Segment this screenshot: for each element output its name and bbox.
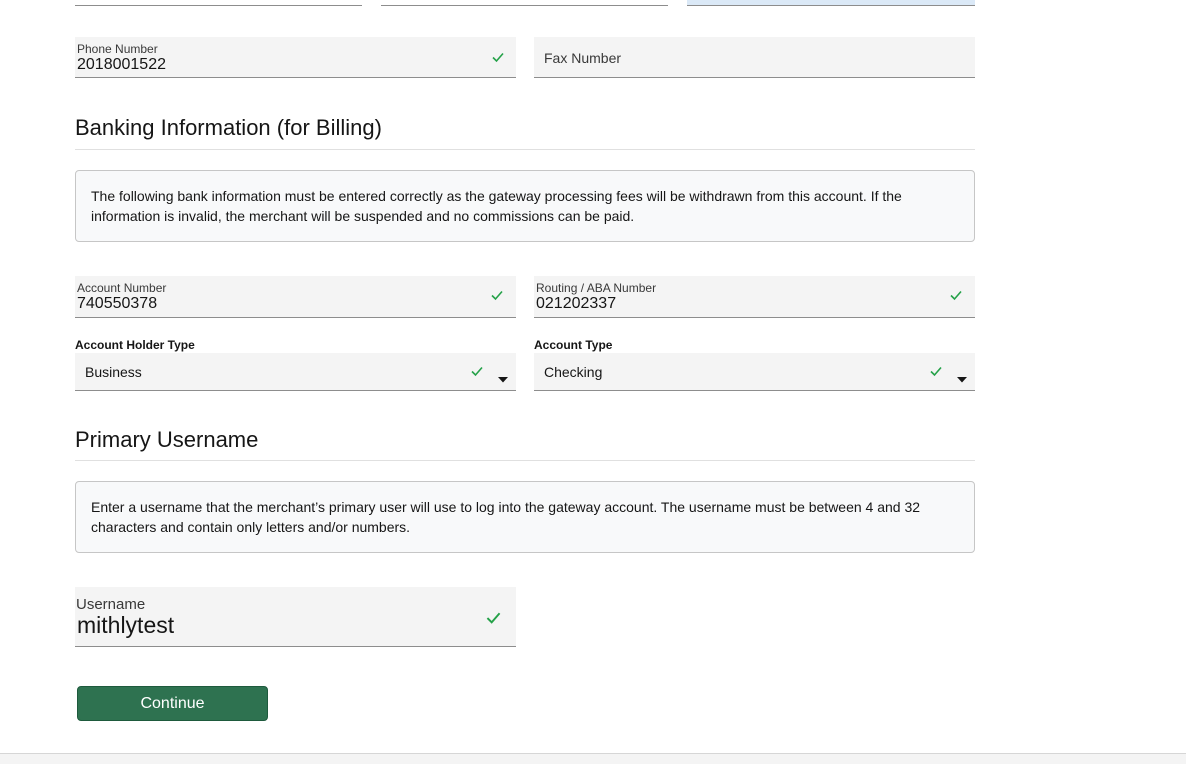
username-section-divider [75, 460, 975, 461]
footer-strip [0, 754, 1186, 764]
account-holder-type-select[interactable]: Business [75, 353, 516, 391]
cropped-field-1[interactable] [75, 0, 362, 6]
username-label: Username [76, 596, 146, 613]
account-holder-type-value: Business [85, 364, 142, 380]
account-number-field[interactable]: Account Number 740550378 [75, 276, 516, 318]
check-icon [485, 609, 502, 626]
account-type-value: Checking [544, 364, 603, 380]
banking-notice: The following bank information must be e… [75, 170, 975, 242]
phone-number-value: 2018001522 [77, 56, 166, 73]
check-icon [490, 288, 504, 302]
check-icon [491, 50, 505, 64]
check-icon [929, 364, 943, 378]
caret-down-icon[interactable] [498, 370, 508, 383]
continue-button[interactable]: Continue [77, 686, 268, 721]
fax-number-placeholder: Fax Number [544, 50, 622, 66]
banking-section-title: Banking Information (for Billing) [75, 115, 382, 140]
banking-section-divider [75, 149, 975, 150]
account-holder-type-label: Account Holder Type [75, 338, 195, 352]
account-type-label: Account Type [534, 338, 613, 352]
account-number-value: 740550378 [77, 295, 158, 312]
account-type-select[interactable]: Checking [534, 353, 975, 391]
username-field[interactable]: Username mithlytest [75, 587, 516, 647]
cropped-field-2[interactable] [381, 0, 668, 6]
account-number-label: Account Number [77, 281, 167, 295]
fax-number-field[interactable]: Fax Number [534, 37, 975, 78]
routing-number-label: Routing / ABA Number [536, 281, 657, 295]
routing-number-field[interactable]: Routing / ABA Number 021202337 [534, 276, 975, 318]
username-notice: Enter a username that the merchant’s pri… [75, 481, 975, 553]
check-icon [949, 288, 963, 302]
phone-number-label: Phone Number [77, 42, 158, 56]
phone-number-field[interactable]: Phone Number 2018001522 [75, 37, 516, 78]
username-notice-text: Enter a username that the merchant’s pri… [91, 499, 921, 535]
username-value: mithlytest [77, 612, 175, 638]
banking-notice-text: The following bank information must be e… [91, 188, 902, 224]
routing-number-value: 021202337 [536, 295, 617, 312]
caret-down-icon[interactable] [957, 370, 967, 383]
cropped-field-3[interactable] [687, 0, 975, 6]
check-icon [470, 364, 484, 378]
username-section-title: Primary Username [75, 427, 259, 452]
